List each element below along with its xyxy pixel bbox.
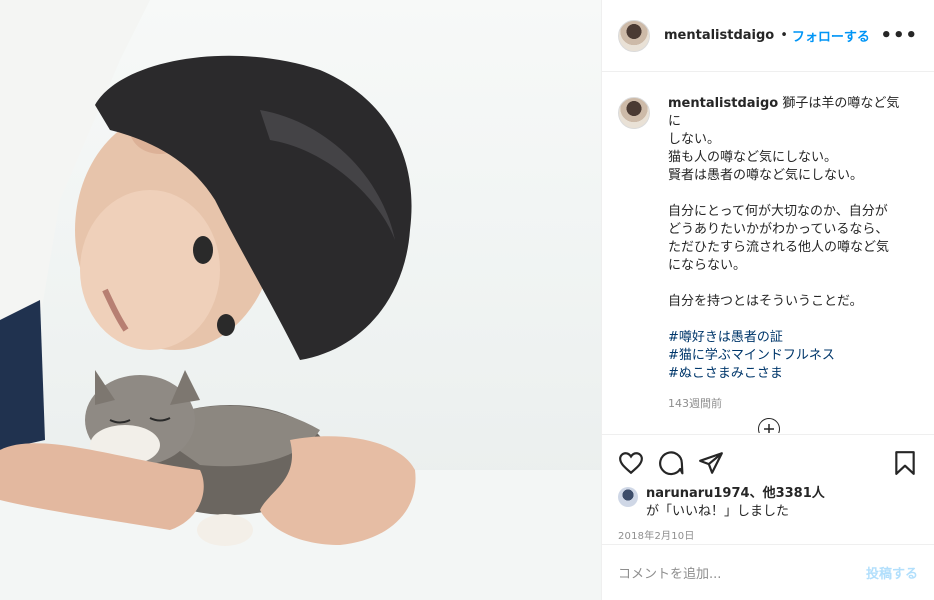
- caption-avatar[interactable]: [618, 97, 650, 129]
- post-header: mentalistdaigo • フォローする •••: [602, 0, 934, 72]
- post-comment-button[interactable]: 投稿する: [866, 563, 918, 582]
- plus-circle-icon[interactable]: [758, 418, 780, 433]
- author-username[interactable]: mentalistdaigo: [664, 28, 774, 43]
- caption-username[interactable]: mentalistdaigo: [668, 96, 778, 111]
- separator-dot: •: [780, 28, 788, 43]
- author-avatar[interactable]: [618, 19, 650, 52]
- comment-input[interactable]: コメントを追加...: [618, 563, 866, 582]
- hashtag-link[interactable]: #ぬこさまみこさま: [668, 365, 908, 383]
- likes-summary: narunaru1974、他3381人 が「いいね！」しました: [618, 485, 918, 521]
- comments-section: mentalistdaigo 獅子は羊の噂など気に しない。 猫も人の噂など気に…: [602, 73, 934, 433]
- action-icon-row: [618, 443, 918, 483]
- post-date: 2018年2月10日: [618, 531, 695, 542]
- more-options-icon[interactable]: •••: [880, 25, 918, 46]
- post-detail-panel: mentalistdaigo • フォローする ••• mentalistdai…: [601, 0, 934, 600]
- hashtag-link[interactable]: #噂好きは愚者の証: [668, 329, 908, 347]
- comment-icon[interactable]: [658, 450, 684, 476]
- likes-suffix: が「いいね！」しました: [646, 504, 790, 519]
- add-comment-bar: コメントを追加... 投稿する: [602, 544, 934, 600]
- bookmark-icon[interactable]: [892, 450, 918, 476]
- paper-plane-icon[interactable]: [698, 450, 724, 476]
- post-actions: narunaru1974、他3381人 が「いいね！」しました 2018年2月1…: [602, 434, 934, 542]
- hashtag-list: #噂好きは愚者の証 #猫に学ぶマインドフルネス #ぬこさまみこさま: [668, 329, 908, 383]
- likes-count[interactable]: 、他3381人: [750, 486, 825, 501]
- caption-body: mentalistdaigo 獅子は羊の噂など気に しない。 猫も人の噂など気に…: [668, 95, 908, 413]
- caption-time: 143週間前: [668, 397, 722, 410]
- caption: mentalistdaigo 獅子は羊の噂など気に しない。 猫も人の噂など気に…: [618, 95, 918, 413]
- heart-icon[interactable]: [618, 450, 644, 476]
- liker-avatar[interactable]: [618, 487, 638, 507]
- hashtag-link[interactable]: #猫に学ぶマインドフルネス: [668, 347, 908, 365]
- likes-text: narunaru1974、他3381人 が「いいね！」しました: [646, 485, 825, 521]
- post-photo[interactable]: [0, 0, 601, 600]
- caption-text: 獅子は羊の噂など気に しない。 猫も人の噂など気にしない。 賢者は愚者の噂など気…: [668, 96, 900, 309]
- liker-username[interactable]: narunaru1974: [646, 486, 750, 501]
- photo-illustration: [0, 0, 601, 600]
- follow-button[interactable]: フォローする: [792, 26, 870, 45]
